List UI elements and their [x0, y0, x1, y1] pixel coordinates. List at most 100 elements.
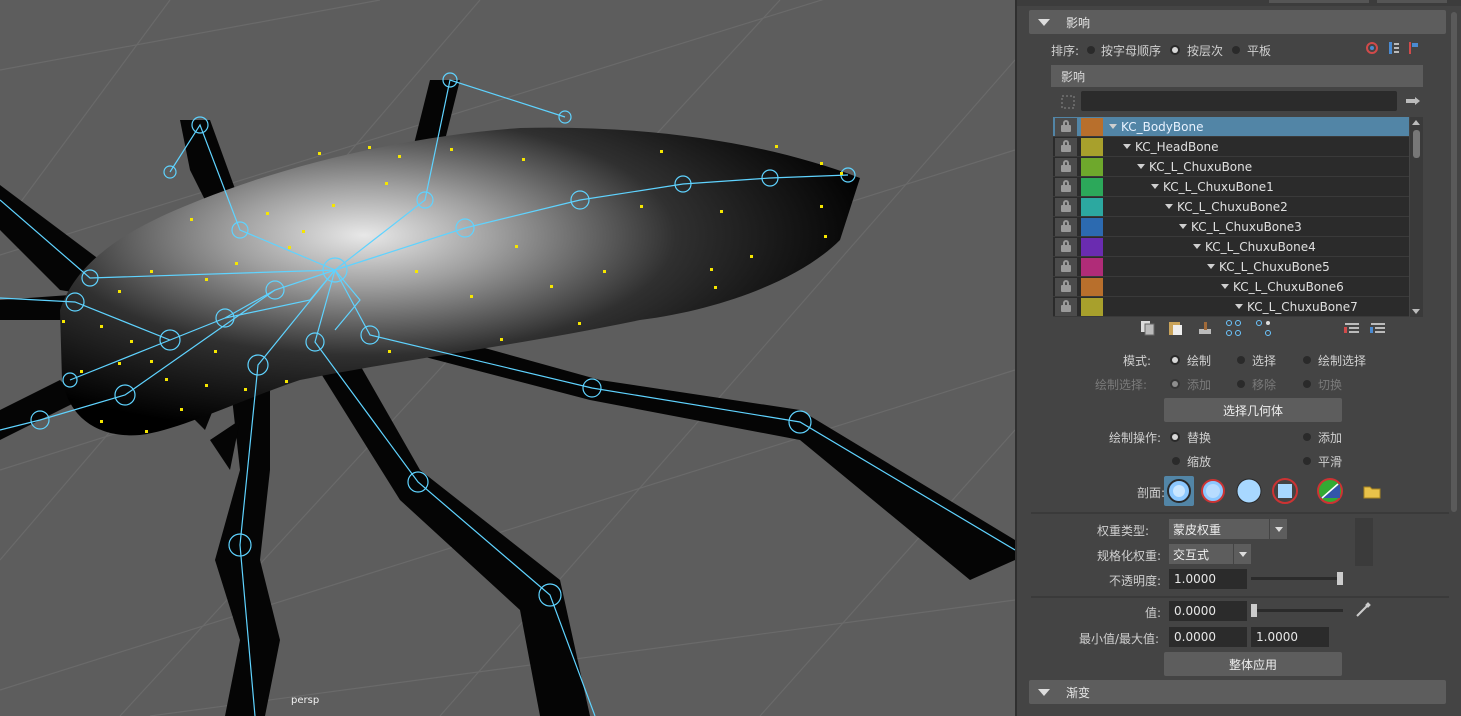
- joint-color-swatch[interactable]: [1081, 218, 1103, 236]
- joint-color-swatch[interactable]: [1081, 138, 1103, 156]
- joint-row[interactable]: KC_L_ChuxuBone4: [1053, 237, 1409, 257]
- op-smooth-radio[interactable]: [1303, 457, 1311, 465]
- joint-row[interactable]: KC_L_ChuxuBone: [1053, 157, 1409, 177]
- expand-arrow-icon[interactable]: [1109, 124, 1117, 129]
- mode-paint-select-label[interactable]: 绘制选择: [1318, 352, 1366, 369]
- influence-list[interactable]: KC_BodyBone KC_HeadBone KC_L_ChuxuBone KC_L…: [1053, 117, 1409, 317]
- sort-hierarchy-label[interactable]: 按层次: [1187, 42, 1223, 59]
- expand-list-icon[interactable]: [1369, 320, 1387, 336]
- expand-arrow-icon[interactable]: [1123, 144, 1131, 149]
- mode-select-label[interactable]: 选择: [1252, 352, 1276, 369]
- influence-filter-input[interactable]: [1081, 91, 1397, 111]
- weight-type-dropdown[interactable]: 蒙皮权重: [1169, 519, 1287, 539]
- joint-color-swatch[interactable]: [1081, 238, 1103, 256]
- lock-icon[interactable]: [1055, 218, 1077, 236]
- expand-arrow-icon[interactable]: [1137, 164, 1145, 169]
- value-field[interactable]: 0.0000: [1169, 601, 1247, 621]
- flag-icon[interactable]: [1407, 41, 1421, 55]
- sort-flat-label[interactable]: 平板: [1247, 42, 1271, 59]
- lock-icon[interactable]: [1055, 158, 1077, 176]
- mode-paint-label[interactable]: 绘制: [1187, 352, 1211, 369]
- lock-icon[interactable]: [1055, 138, 1077, 156]
- lock-icon[interactable]: [1055, 198, 1077, 216]
- paint-select-toggle-radio[interactable]: [1303, 380, 1311, 388]
- profile-square-button[interactable]: [1270, 476, 1300, 506]
- profile-solid-button[interactable]: [1234, 476, 1264, 506]
- joint-color-swatch[interactable]: [1081, 158, 1103, 176]
- sort-hierarchy-radio[interactable]: [1172, 47, 1178, 53]
- joint-color-swatch[interactable]: [1081, 258, 1103, 276]
- opacity-slider-handle[interactable]: [1337, 572, 1343, 585]
- folder-icon[interactable]: [1363, 485, 1381, 499]
- filter-icon[interactable]: [1061, 95, 1075, 109]
- joint-color-swatch[interactable]: [1081, 118, 1103, 136]
- gradient-section-header[interactable]: 渐变: [1029, 680, 1446, 704]
- opacity-field[interactable]: 1.0000: [1169, 569, 1247, 589]
- lock-icon[interactable]: [1055, 118, 1077, 136]
- select-geometry-button[interactable]: 选择几何体: [1164, 398, 1342, 422]
- panel-scrollbar[interactable]: [1449, 8, 1459, 678]
- 3d-viewport[interactable]: persp: [0, 0, 1015, 716]
- collapse-list-icon[interactable]: [1343, 320, 1361, 336]
- value-slider-handle[interactable]: [1251, 604, 1257, 617]
- op-replace-radio[interactable]: [1172, 434, 1178, 440]
- paint-select-remove-radio[interactable]: [1237, 380, 1245, 388]
- op-add-label[interactable]: 添加: [1318, 429, 1342, 446]
- profile-gaussian-button[interactable]: [1164, 476, 1194, 506]
- joint-row[interactable]: KC_L_ChuxuBone3: [1053, 217, 1409, 237]
- paint-select-add-label[interactable]: 添加: [1187, 376, 1211, 393]
- joint-row[interactable]: KC_BodyBone: [1053, 117, 1409, 137]
- profile-soft-button[interactable]: [1198, 476, 1228, 506]
- filter-options-icon[interactable]: [1405, 95, 1421, 107]
- sort-flat-radio[interactable]: [1232, 46, 1240, 54]
- weight-hammer-icon[interactable]: [1197, 320, 1215, 336]
- move-weights-icon[interactable]: [1225, 320, 1243, 336]
- paint-select-add-radio[interactable]: [1172, 381, 1178, 387]
- joint-color-swatch[interactable]: [1081, 178, 1103, 196]
- paste-weights-icon[interactable]: [1167, 320, 1185, 336]
- op-scale-label[interactable]: 缩放: [1187, 453, 1211, 470]
- op-replace-label[interactable]: 替换: [1187, 429, 1211, 446]
- expand-arrow-icon[interactable]: [1165, 204, 1173, 209]
- influence-list-scrollbar[interactable]: [1410, 117, 1423, 317]
- expand-arrow-icon[interactable]: [1151, 184, 1159, 189]
- expand-arrow-icon[interactable]: [1221, 284, 1229, 289]
- profile-image-button[interactable]: [1315, 476, 1345, 506]
- mode-select-radio[interactable]: [1237, 356, 1245, 364]
- joint-row[interactable]: KC_L_ChuxuBone6: [1053, 277, 1409, 297]
- joint-color-swatch[interactable]: [1081, 278, 1103, 296]
- expand-arrow-icon[interactable]: [1207, 264, 1215, 269]
- lock-icon[interactable]: [1055, 178, 1077, 196]
- paint-select-remove-label[interactable]: 移除: [1252, 376, 1276, 393]
- expand-arrow-icon[interactable]: [1193, 244, 1201, 249]
- influence-section-header[interactable]: 影响: [1029, 10, 1446, 34]
- lock-icon[interactable]: [1055, 238, 1077, 256]
- joint-row[interactable]: KC_L_ChuxuBone5: [1053, 257, 1409, 277]
- min-value-field[interactable]: 0.0000: [1169, 627, 1247, 647]
- joint-row[interactable]: KC_HeadBone: [1053, 137, 1409, 157]
- expand-arrow-icon[interactable]: [1235, 304, 1243, 309]
- op-scale-radio[interactable]: [1172, 457, 1180, 465]
- joint-row[interactable]: KC_L_ChuxuBone1: [1053, 177, 1409, 197]
- mode-paint-radio[interactable]: [1172, 357, 1178, 363]
- flood-button[interactable]: 整体应用: [1164, 652, 1342, 676]
- eyedropper-icon[interactable]: [1354, 601, 1372, 619]
- joint-row[interactable]: KC_L_ChuxuBone7: [1053, 297, 1409, 317]
- show-influences-icon[interactable]: [1255, 320, 1273, 336]
- lock-icon[interactable]: [1055, 258, 1077, 276]
- refresh-icon[interactable]: [1365, 41, 1379, 55]
- mode-paint-select-radio[interactable]: [1303, 356, 1311, 364]
- joint-color-swatch[interactable]: [1081, 298, 1103, 316]
- normalize-weights-dropdown[interactable]: 交互式: [1169, 544, 1251, 564]
- joint-color-swatch[interactable]: [1081, 198, 1103, 216]
- lock-icon[interactable]: [1055, 278, 1077, 296]
- sort-alpha-radio[interactable]: [1087, 46, 1095, 54]
- paint-select-toggle-label[interactable]: 切换: [1318, 376, 1342, 393]
- lock-icon[interactable]: [1055, 298, 1077, 316]
- max-value-field[interactable]: 1.0000: [1251, 627, 1329, 647]
- value-slider[interactable]: [1251, 609, 1343, 612]
- copy-weights-icon[interactable]: [1139, 320, 1157, 336]
- sort-alpha-label[interactable]: 按字母顺序: [1101, 42, 1161, 59]
- expand-arrow-icon[interactable]: [1179, 224, 1187, 229]
- list-view-icon[interactable]: [1387, 41, 1401, 55]
